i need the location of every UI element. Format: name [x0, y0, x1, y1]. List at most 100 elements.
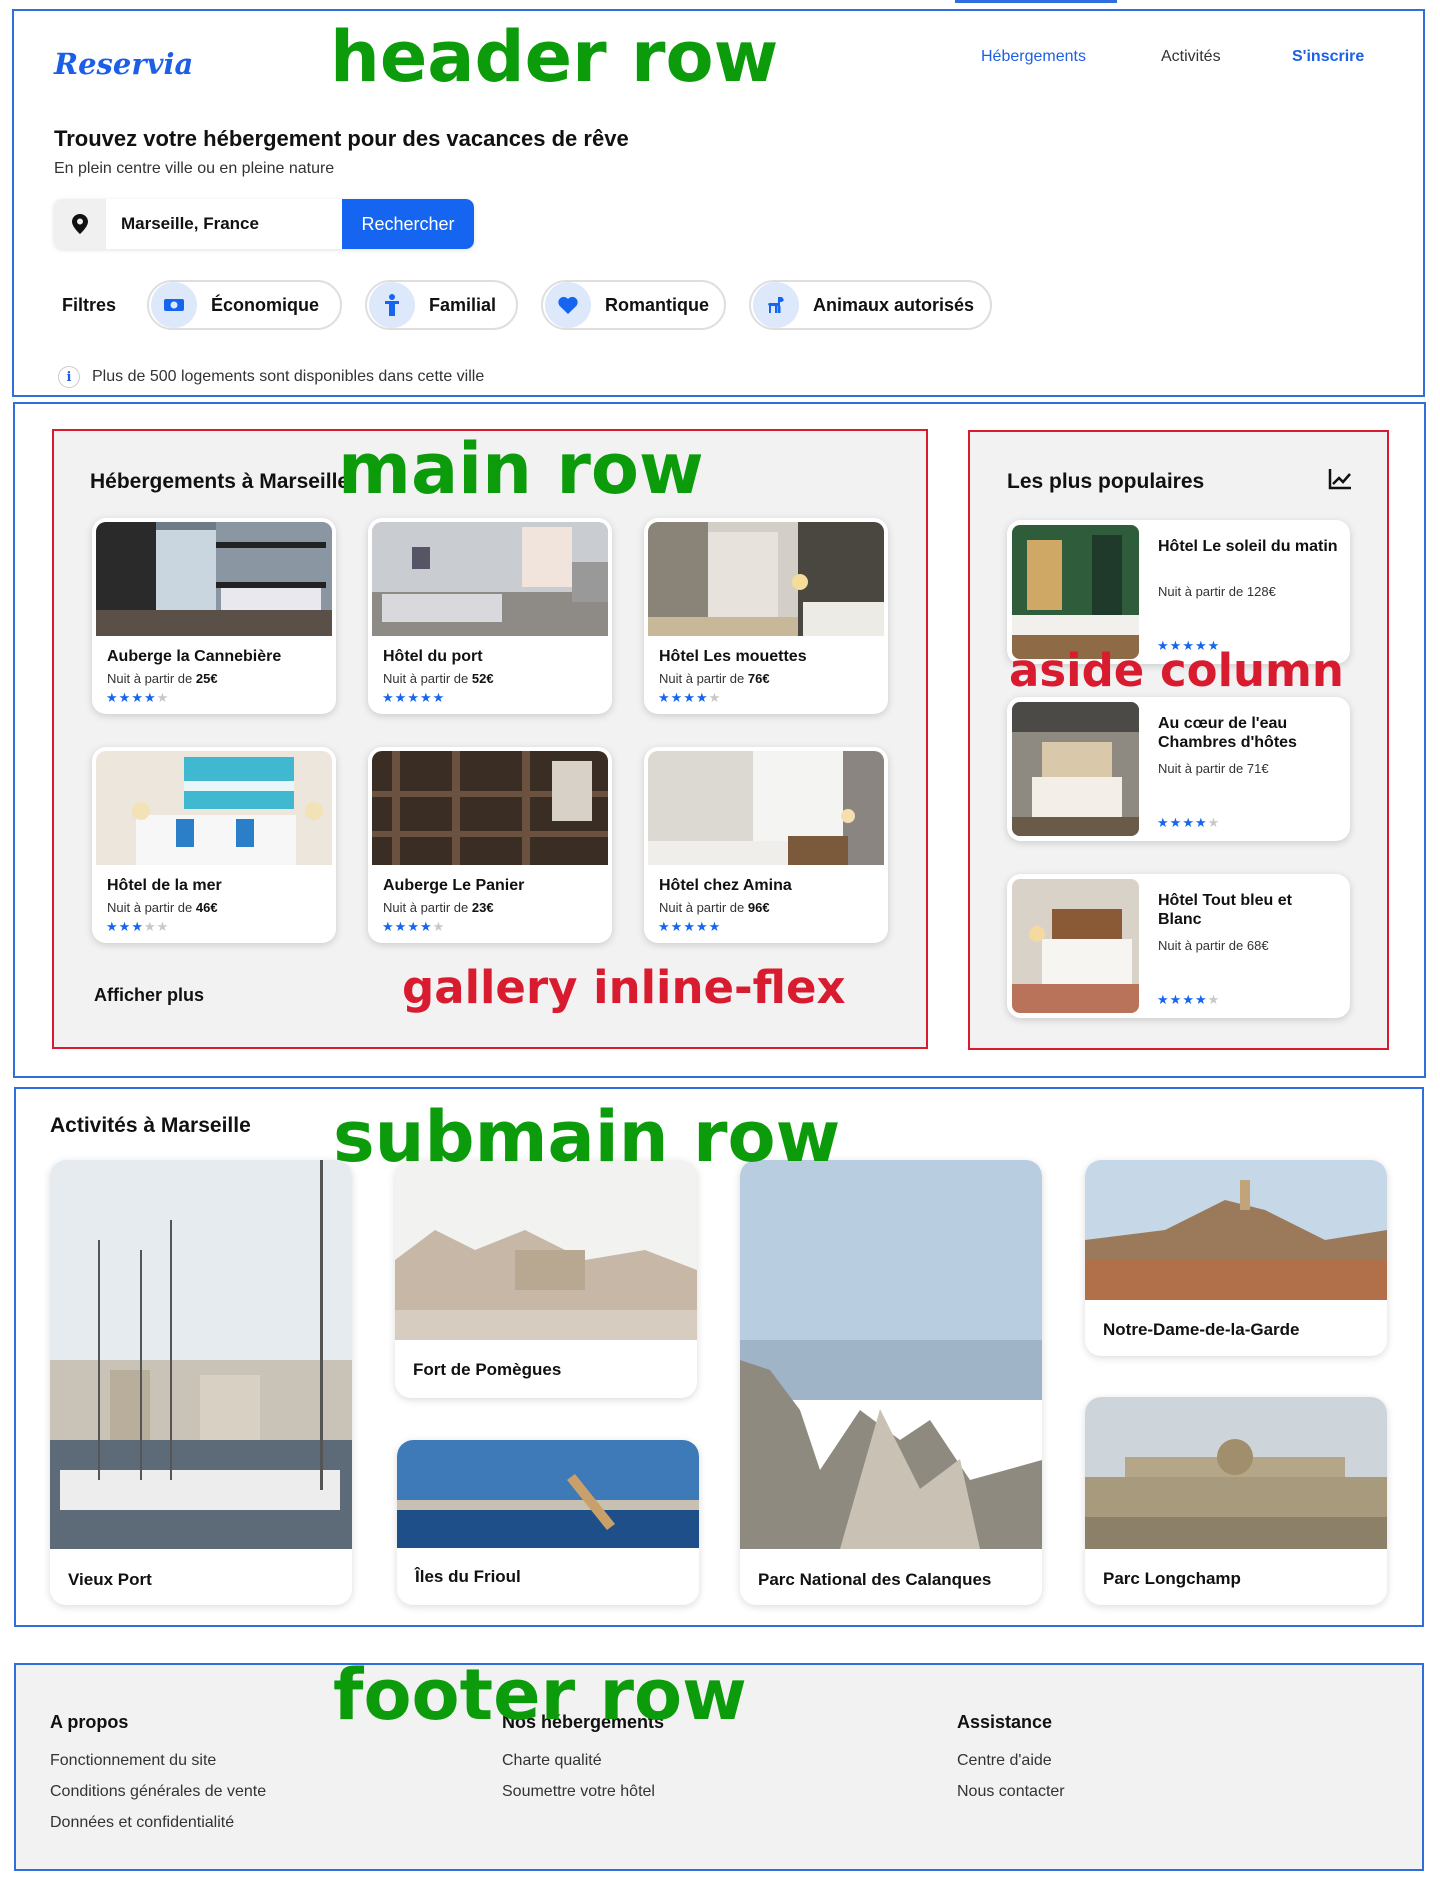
star-icon: ★: [394, 690, 408, 705]
info-text: Plus de 500 logements sont disponibles d…: [92, 368, 485, 385]
show-more-button[interactable]: Afficher plus: [94, 985, 204, 1006]
star-icon: ★: [670, 690, 684, 705]
hotel-card[interactable]: Auberge Le Panier Nuit à partir de 23€ ★…: [368, 747, 612, 943]
hotel-price: Nuit à partir de 23€: [383, 900, 494, 915]
nav-activites[interactable]: Activités: [1161, 48, 1221, 66]
star-icon: ★: [1169, 992, 1183, 1007]
star-icon: ★: [708, 919, 722, 934]
hotel-photo: [96, 751, 332, 865]
filter-label: Animaux autorisés: [813, 294, 975, 315]
footer-link[interactable]: Fonctionnement du site: [50, 1752, 216, 1770]
star-icon: ★: [156, 690, 170, 705]
activity-label: Fort de Pomègues: [413, 1360, 562, 1379]
popular-price: Nuit à partir de 68€: [1158, 938, 1269, 953]
hotel-card[interactable]: Hôtel du port Nuit à partir de 52€ ★★★★★: [368, 518, 612, 714]
activity-photo: [740, 1160, 1042, 1549]
star-icon: ★: [432, 690, 446, 705]
footer-link[interactable]: Nous contacter: [957, 1783, 1065, 1801]
activity-card[interactable]: Fort de Pomègues: [395, 1160, 697, 1398]
hotel-name: Hôtel du port: [383, 648, 483, 665]
activity-card[interactable]: Vieux Port: [50, 1160, 352, 1605]
hotel-photo: [648, 522, 884, 636]
popular-item[interactable]: Hôtel Tout bleu et Blanc Nuit à partir d…: [1007, 874, 1350, 1018]
hotel-price: Nuit à partir de 46€: [107, 900, 218, 915]
star-icon: ★: [670, 919, 684, 934]
star-icon: ★: [658, 690, 671, 705]
info-icon: i: [58, 366, 80, 388]
heart-icon: [545, 282, 591, 328]
hotel-photo: [648, 751, 884, 865]
filter-economique[interactable]: Économique: [147, 280, 342, 330]
hotel-name: Hôtel chez Amina: [659, 877, 792, 894]
annotation-submain-row: submain row: [333, 1096, 841, 1178]
star-icon: ★: [1207, 815, 1221, 830]
activity-label: Parc National des Calanques: [758, 1570, 992, 1589]
activity-label: Parc Longchamp: [1103, 1569, 1241, 1588]
filters-label: Filtres: [62, 295, 117, 315]
hotel-photo: [1012, 879, 1139, 1013]
star-icon: ★: [432, 919, 446, 934]
filter-label: Économique: [211, 294, 320, 315]
activity-photo: [1085, 1397, 1387, 1549]
hotel-card[interactable]: Hôtel chez Amina Nuit à partir de 96€ ★★…: [644, 747, 888, 943]
filter-label: Familial: [429, 294, 497, 315]
search-input[interactable]: [106, 199, 342, 249]
logo[interactable]: Reservia: [54, 47, 193, 81]
footer-link[interactable]: Conditions générales de vente: [50, 1783, 266, 1801]
star-icon: ★: [708, 690, 722, 705]
footer-link[interactable]: Charte qualité: [502, 1752, 602, 1770]
star-icon: ★: [407, 919, 420, 934]
popular-price: Nuit à partir de 128€: [1158, 584, 1276, 599]
nav-sinscrire[interactable]: S'inscrire: [1292, 48, 1364, 66]
popular-title: Les plus populaires: [1007, 470, 1205, 493]
star-icon: ★: [1194, 992, 1208, 1007]
filter-romantique[interactable]: Romantique: [541, 280, 726, 330]
star-icon: ★: [143, 690, 157, 705]
star-icon: ★: [382, 919, 395, 934]
footer-link[interactable]: Soumettre votre hôtel: [502, 1783, 655, 1801]
footer-link[interactable]: Données et confidentialité: [50, 1814, 234, 1832]
activity-label: Îles du Frioul: [415, 1567, 521, 1586]
annotation-gallery: gallery inline-flex: [402, 961, 846, 1014]
money-icon: [151, 282, 197, 328]
activity-photo: [50, 1160, 352, 1549]
activity-card[interactable]: Parc Longchamp: [1085, 1397, 1387, 1605]
footer-heading: Assistance: [957, 1712, 1053, 1732]
star-icon: ★: [658, 919, 671, 934]
hotel-price: Nuit à partir de 76€: [659, 671, 770, 686]
rating-stars: ★★★★★: [106, 690, 169, 706]
popular-item[interactable]: Hôtel Le soleil du matin Nuit à partir d…: [1007, 520, 1350, 664]
location-pin-icon: [54, 199, 106, 249]
popular-item[interactable]: Au cœur de l'eau Chambres d'hôtes Nuit à…: [1007, 697, 1350, 841]
hotel-card[interactable]: Hôtel de la mer Nuit à partir de 46€ ★★★…: [92, 747, 336, 943]
activities-title: Activités à Marseille: [50, 1114, 251, 1137]
activity-card[interactable]: Îles du Frioul: [397, 1440, 699, 1605]
star-icon: ★: [1157, 992, 1170, 1007]
hotel-name: Auberge la Cannebière: [107, 648, 282, 665]
popular-name: Hôtel Tout bleu et Blanc: [1158, 892, 1292, 928]
star-icon: ★: [695, 690, 709, 705]
annotation-footer-row: footer row: [333, 1654, 747, 1736]
star-icon: ★: [156, 919, 170, 934]
rating-stars: ★★★★★: [658, 919, 721, 935]
search-bar: Rechercher: [54, 199, 474, 249]
dog-icon: [753, 282, 799, 328]
star-icon: ★: [106, 919, 119, 934]
filter-animaux[interactable]: Animaux autorisés: [749, 280, 992, 330]
hotel-photo: [1012, 702, 1139, 836]
rating-stars: ★★★★★: [106, 919, 169, 935]
hotel-photo: [372, 522, 608, 636]
footer-link[interactable]: Centre d'aide: [957, 1752, 1052, 1770]
hotel-card[interactable]: Auberge la Cannebière Nuit à partir de 2…: [92, 518, 336, 714]
star-icon: ★: [118, 690, 132, 705]
star-icon: ★: [382, 690, 395, 705]
hotel-photo: [1012, 525, 1139, 659]
star-icon: ★: [131, 690, 144, 705]
hotel-card[interactable]: Hôtel Les mouettes Nuit à partir de 76€ …: [644, 518, 888, 714]
activity-card[interactable]: Parc National des Calanques: [740, 1160, 1042, 1605]
filter-familial[interactable]: Familial: [365, 280, 518, 330]
activity-card[interactable]: Notre-Dame-de-la-Garde: [1085, 1160, 1387, 1356]
search-button[interactable]: Rechercher: [342, 199, 474, 249]
popular-name: Hôtel Le soleil du matin: [1158, 538, 1338, 555]
nav-hebergements[interactable]: Hébergements: [981, 48, 1086, 66]
